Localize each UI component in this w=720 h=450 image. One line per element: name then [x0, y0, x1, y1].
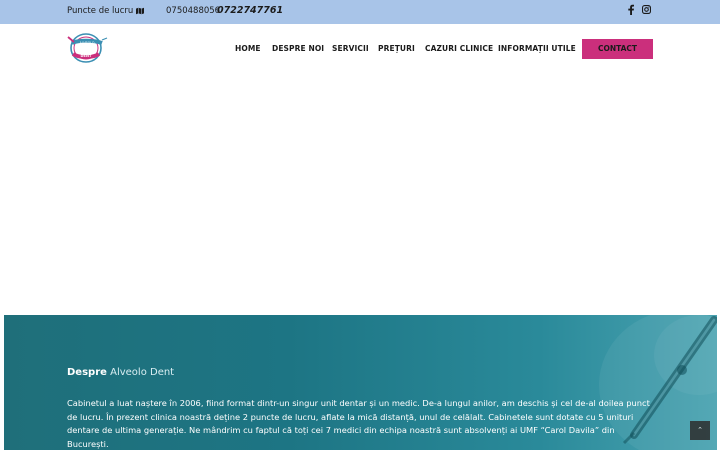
hero-section: [0, 72, 720, 315]
phone-secondary[interactable]: 0722747761: [217, 5, 283, 16]
locations-link[interactable]: Puncte de lucru: [67, 6, 133, 16]
about-title: Despre Alveolo Dent: [67, 367, 174, 378]
nav-item-home[interactable]: HOME: [235, 44, 261, 53]
site-logo[interactable]: ALVEOLO DENT: [66, 31, 108, 65]
about-paragraph: Cabinetul a luat naștere în 2006, fiind …: [67, 398, 650, 449]
scroll-to-top-button[interactable]: ⌃: [690, 421, 710, 440]
chevron-up-icon: ⌃: [697, 426, 703, 434]
nav-item-servicii[interactable]: SERVICII: [332, 44, 369, 53]
svg-text:ALVEOLO: ALVEOLO: [80, 41, 95, 45]
map-icon[interactable]: [136, 7, 144, 15]
top-bar: Puncte de lucru 0750488056 0722747761: [0, 0, 720, 24]
nav-item-informatii-utile[interactable]: INFORMAȚII UTILE: [498, 44, 576, 53]
about-section: Despre Alveolo Dent Cabinetul a luat naș…: [4, 315, 717, 450]
facebook-icon[interactable]: [627, 4, 635, 15]
about-title-prefix: Despre: [67, 367, 107, 378]
svg-text:DENT: DENT: [81, 54, 92, 58]
instagram-icon[interactable]: [642, 5, 651, 14]
about-title-brand: Alveolo Dent: [110, 367, 175, 378]
nav-item-cazuri-clinice[interactable]: CAZURI CLINICE: [425, 44, 493, 53]
phone-primary[interactable]: 0750488056: [166, 6, 220, 16]
nav-item-preturi[interactable]: PREȚURI: [378, 44, 415, 53]
contact-button[interactable]: CONTACT: [582, 39, 653, 59]
nav-item-despre-noi[interactable]: DESPRE NOI: [272, 44, 324, 53]
